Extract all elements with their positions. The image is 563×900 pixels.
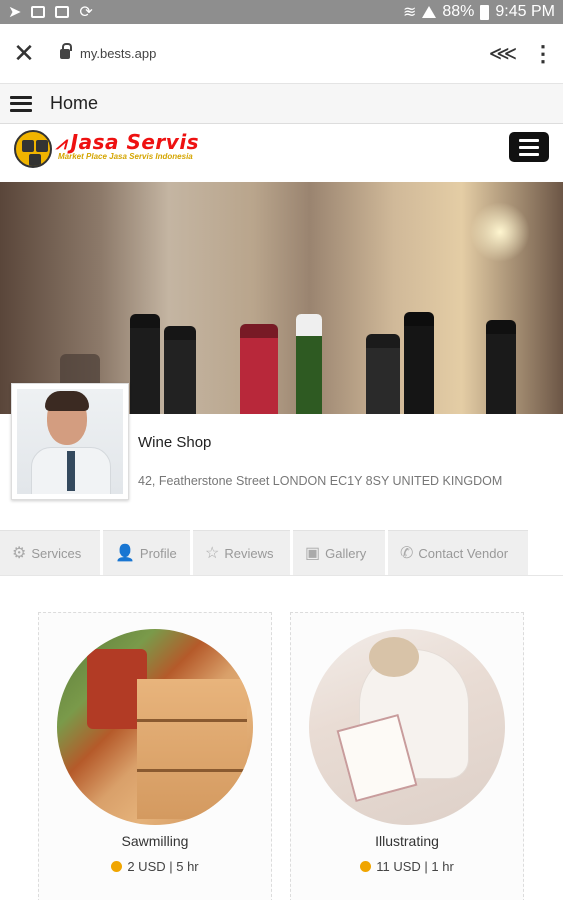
vendor-address: 42, Featherstone Street LONDON EC1Y 8SY … xyxy=(138,474,503,488)
battery-icon xyxy=(480,4,490,20)
service-image xyxy=(57,629,253,825)
bottle xyxy=(130,314,160,414)
service-card[interactable]: Sawmilling 2 USD | 5 hr xyxy=(38,612,272,900)
star-icon: ☆ xyxy=(205,545,220,562)
home-bar: Home xyxy=(0,84,563,124)
vendor-tabs: ⚙ Services 👤 Profile ☆ Reviews ▣ Gallery… xyxy=(0,530,528,575)
phone-icon: ✆ xyxy=(400,545,414,562)
lock-icon xyxy=(60,42,72,59)
wifi-icon: ≋ xyxy=(402,4,417,21)
browser-toolbar: ✕ my.bests.app ⋘ ⋮ xyxy=(0,24,563,84)
more-vert-icon[interactable]: ⋮ xyxy=(523,41,563,67)
user-icon: 👤 xyxy=(115,545,135,562)
screen: ➤ ⟳ ≋ 88% 9:45 PM ✕ my.bests.app ⋘ ⋮ Hom… xyxy=(0,0,563,900)
logo[interactable]: ⩘ Jasa Servis Market Place Jasa Servis In… xyxy=(56,130,199,161)
logo-tagline: Market Place Jasa Servis Indonesia xyxy=(58,152,193,161)
logo-title: ⩘ Jasa Servis xyxy=(56,130,200,154)
signal-icon xyxy=(422,6,437,18)
tab-label: Reviews xyxy=(224,545,274,561)
home-title: Home xyxy=(50,93,99,113)
tab-label: Contact Vendor xyxy=(418,545,509,561)
tab-services[interactable]: ⚙ Services xyxy=(0,530,100,575)
logo-emblem-icon[interactable] xyxy=(14,130,52,168)
tab-label: Gallery xyxy=(325,545,367,561)
vendor-avatar[interactable] xyxy=(11,383,129,500)
tab-contact-vendor[interactable]: ✆ Contact Vendor xyxy=(388,530,528,575)
coin-icon xyxy=(111,861,123,872)
cover-banner xyxy=(0,182,563,414)
gear-icon: ⚙ xyxy=(12,545,27,562)
tab-label: Services xyxy=(31,545,82,561)
system-icons: ≋ 88% 9:45 PM xyxy=(403,2,555,22)
service-image xyxy=(309,629,505,825)
telegram-icon: ➤ xyxy=(8,4,22,21)
hamburger-menu-icon[interactable] xyxy=(10,95,32,112)
bottle xyxy=(366,334,400,414)
service-price: 2 USD | 5 hr xyxy=(39,859,271,874)
service-price: 11 USD | 1 hr xyxy=(291,859,523,874)
coin-icon xyxy=(360,861,372,872)
tab-label: Profile xyxy=(139,545,177,561)
notification-icons: ➤ ⟳ xyxy=(8,2,93,22)
site-menu-button[interactable] xyxy=(509,132,549,162)
light-glow xyxy=(470,202,530,262)
share-icon[interactable]: ⋘ xyxy=(483,41,523,66)
image-icon: ▣ xyxy=(305,545,321,562)
sync-icon: ⟳ xyxy=(79,4,93,21)
avatar-photo xyxy=(17,389,123,494)
bottle xyxy=(296,314,322,414)
mail-icon xyxy=(55,6,70,18)
tab-profile[interactable]: 👤 Profile xyxy=(103,530,190,575)
service-name: Illustrating xyxy=(375,833,439,849)
logo-wave-icon: ⩘ xyxy=(56,133,67,154)
gallery-icon xyxy=(31,6,46,18)
vendor-name: Wine Shop xyxy=(138,434,212,451)
service-name: Sawmilling xyxy=(121,833,189,849)
bottle xyxy=(164,326,196,414)
tab-gallery[interactable]: ▣ Gallery xyxy=(293,530,385,575)
bottle xyxy=(240,324,278,414)
bottle xyxy=(486,320,516,414)
tab-reviews[interactable]: ☆ Reviews xyxy=(193,530,290,575)
tabs-divider xyxy=(0,575,563,576)
status-bar: ➤ ⟳ ≋ 88% 9:45 PM xyxy=(0,0,563,24)
clock: 9:45 PM xyxy=(495,3,555,20)
bottle xyxy=(404,312,434,414)
service-card[interactable]: Illustrating 11 USD | 1 hr xyxy=(290,612,524,900)
battery-text: 88% xyxy=(442,3,475,20)
url-text[interactable]: my.bests.app xyxy=(80,46,156,61)
close-icon[interactable]: ✕ xyxy=(2,38,46,69)
site-header: ⩘ Jasa Servis Market Place Jasa Servis In… xyxy=(0,124,563,182)
